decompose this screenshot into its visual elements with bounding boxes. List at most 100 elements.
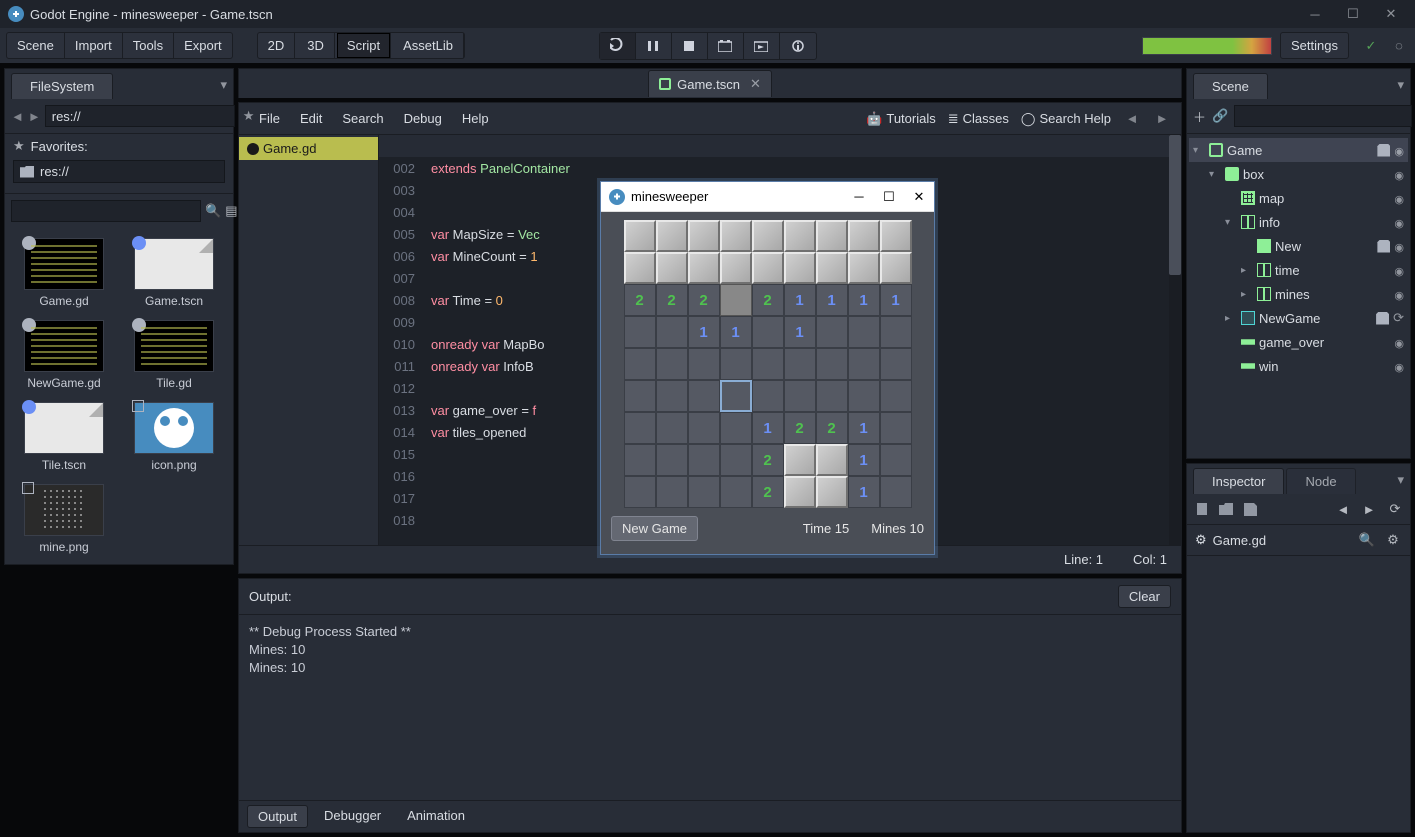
window-minimize-icon[interactable]: ─ [1307, 6, 1323, 22]
file-item[interactable]: NewGame.gd [13, 318, 115, 392]
mine-cell[interactable] [848, 252, 880, 284]
settings-button[interactable]: Settings [1280, 32, 1349, 59]
tree-node[interactable]: ▾info [1189, 210, 1408, 234]
mine-cell[interactable] [784, 444, 816, 476]
mine-cell[interactable] [752, 220, 784, 252]
mine-cell[interactable]: 1 [848, 412, 880, 444]
menu-import[interactable]: Import [65, 33, 123, 58]
inspector-script-name[interactable]: Game.gd [1213, 533, 1266, 548]
game-window[interactable]: minesweeper ─ ☐ ✕ 2222111111112212121 Ne… [600, 181, 935, 555]
script-menu-edit[interactable]: Edit [290, 105, 332, 132]
node-tab[interactable]: Node [1286, 468, 1355, 494]
menu-tools[interactable]: Tools [123, 33, 174, 58]
tree-node[interactable]: ▸time [1189, 258, 1408, 282]
mine-cell[interactable] [752, 252, 784, 284]
mine-cell[interactable]: 1 [752, 412, 784, 444]
file-item[interactable]: Tile.tscn [13, 400, 115, 474]
nav-back-icon[interactable]: ◄ [11, 107, 24, 125]
script-menu-search[interactable]: Search [332, 105, 393, 132]
filesystem-tab[interactable]: FileSystem [11, 73, 113, 99]
mine-cell[interactable] [848, 316, 880, 348]
mine-cell[interactable] [880, 476, 912, 508]
mine-cell[interactable]: 2 [688, 284, 720, 316]
script-menu-help[interactable]: Help [452, 105, 499, 132]
scene-dock-tab[interactable]: Scene [1193, 73, 1268, 99]
mine-cell[interactable] [656, 476, 688, 508]
window-maximize-icon[interactable]: ☐ [1345, 6, 1361, 22]
clear-button[interactable]: Clear [1118, 585, 1171, 608]
mine-cell[interactable] [752, 380, 784, 412]
mine-cell[interactable] [656, 220, 688, 252]
view-3d[interactable]: 3D [297, 33, 335, 58]
link-icon[interactable]: 🔗 [1212, 107, 1228, 125]
mine-cell[interactable]: 2 [752, 476, 784, 508]
mine-cell[interactable] [624, 476, 656, 508]
tree-node[interactable]: ▸NewGame⟳ [1189, 306, 1408, 330]
scene-tab-game[interactable]: Game.tscn ✕ [648, 70, 772, 97]
view-assetlib[interactable]: AssetLib [393, 33, 464, 58]
mine-cell[interactable]: 1 [848, 284, 880, 316]
tab-debugger[interactable]: Debugger [314, 805, 391, 828]
mine-cell[interactable] [624, 348, 656, 380]
mine-cell[interactable]: 2 [816, 412, 848, 444]
file-item[interactable]: Game.gd [13, 236, 115, 310]
game-maximize-icon[interactable]: ☐ [882, 190, 896, 204]
tree-node[interactable]: game_over [1189, 330, 1408, 354]
mine-cell[interactable] [656, 380, 688, 412]
play-stop-button[interactable] [600, 33, 636, 59]
mine-cell[interactable]: 1 [784, 316, 816, 348]
mine-cell[interactable] [688, 252, 720, 284]
mine-cell[interactable] [752, 316, 784, 348]
close-tab-icon[interactable]: ✕ [750, 76, 761, 92]
mine-cell[interactable] [720, 220, 752, 252]
file-item[interactable]: mine.png [13, 482, 115, 556]
mine-cell[interactable] [816, 220, 848, 252]
mine-cell[interactable]: 1 [720, 316, 752, 348]
mine-cell[interactable] [816, 316, 848, 348]
grid-view-icon[interactable]: ▤ [225, 201, 237, 221]
mine-cell[interactable] [784, 220, 816, 252]
panel-dropdown-icon[interactable]: ▾ [220, 77, 227, 93]
game-close-icon[interactable]: ✕ [912, 190, 926, 204]
mine-cell[interactable]: 2 [624, 284, 656, 316]
history-forward-icon[interactable]: ► [1360, 500, 1378, 518]
refresh-icon[interactable]: ⟳ [1393, 310, 1404, 326]
mine-cell[interactable] [624, 316, 656, 348]
mine-cell[interactable] [816, 348, 848, 380]
mine-cell[interactable] [624, 380, 656, 412]
add-node-icon[interactable]: ＋ [1193, 107, 1206, 125]
visibility-icon[interactable] [1394, 215, 1404, 230]
settings-icon[interactable]: ⚙ [1384, 531, 1402, 549]
new-resource-icon[interactable] [1193, 500, 1211, 518]
script-menu-debug[interactable]: Debug [394, 105, 452, 132]
mine-cell[interactable] [624, 444, 656, 476]
file-item[interactable]: Game.tscn [123, 236, 225, 310]
scene-filter-input[interactable] [1234, 105, 1412, 127]
mine-cell[interactable] [720, 284, 752, 316]
tree-node[interactable]: ▸mines [1189, 282, 1408, 306]
mine-cell[interactable] [720, 476, 752, 508]
mine-cell[interactable] [656, 444, 688, 476]
script-badge-icon[interactable] [1377, 240, 1390, 253]
search-help-link[interactable]: ◯Search Help [1021, 111, 1111, 127]
pause-button[interactable] [636, 33, 672, 59]
visibility-icon[interactable] [1394, 167, 1404, 182]
tree-node[interactable]: New [1189, 234, 1408, 258]
mine-cell[interactable] [688, 444, 720, 476]
mine-cell[interactable] [880, 316, 912, 348]
nav-forward-icon[interactable]: ► [28, 107, 41, 125]
visibility-icon[interactable] [1394, 143, 1404, 158]
visibility-icon[interactable] [1394, 239, 1404, 254]
mine-cell[interactable]: 1 [784, 284, 816, 316]
panel-dropdown-icon[interactable]: ▾ [1397, 77, 1404, 93]
visibility-icon[interactable] [1394, 335, 1404, 350]
mine-cell[interactable] [880, 412, 912, 444]
res-folder[interactable]: res:// [13, 160, 225, 183]
tree-node[interactable]: ▾Game [1189, 138, 1408, 162]
visibility-icon[interactable] [1394, 191, 1404, 206]
view-script[interactable]: Script [337, 33, 391, 58]
mine-cell[interactable]: 2 [752, 284, 784, 316]
mine-cell[interactable] [880, 444, 912, 476]
mine-cell[interactable] [624, 412, 656, 444]
mine-cell[interactable] [880, 252, 912, 284]
